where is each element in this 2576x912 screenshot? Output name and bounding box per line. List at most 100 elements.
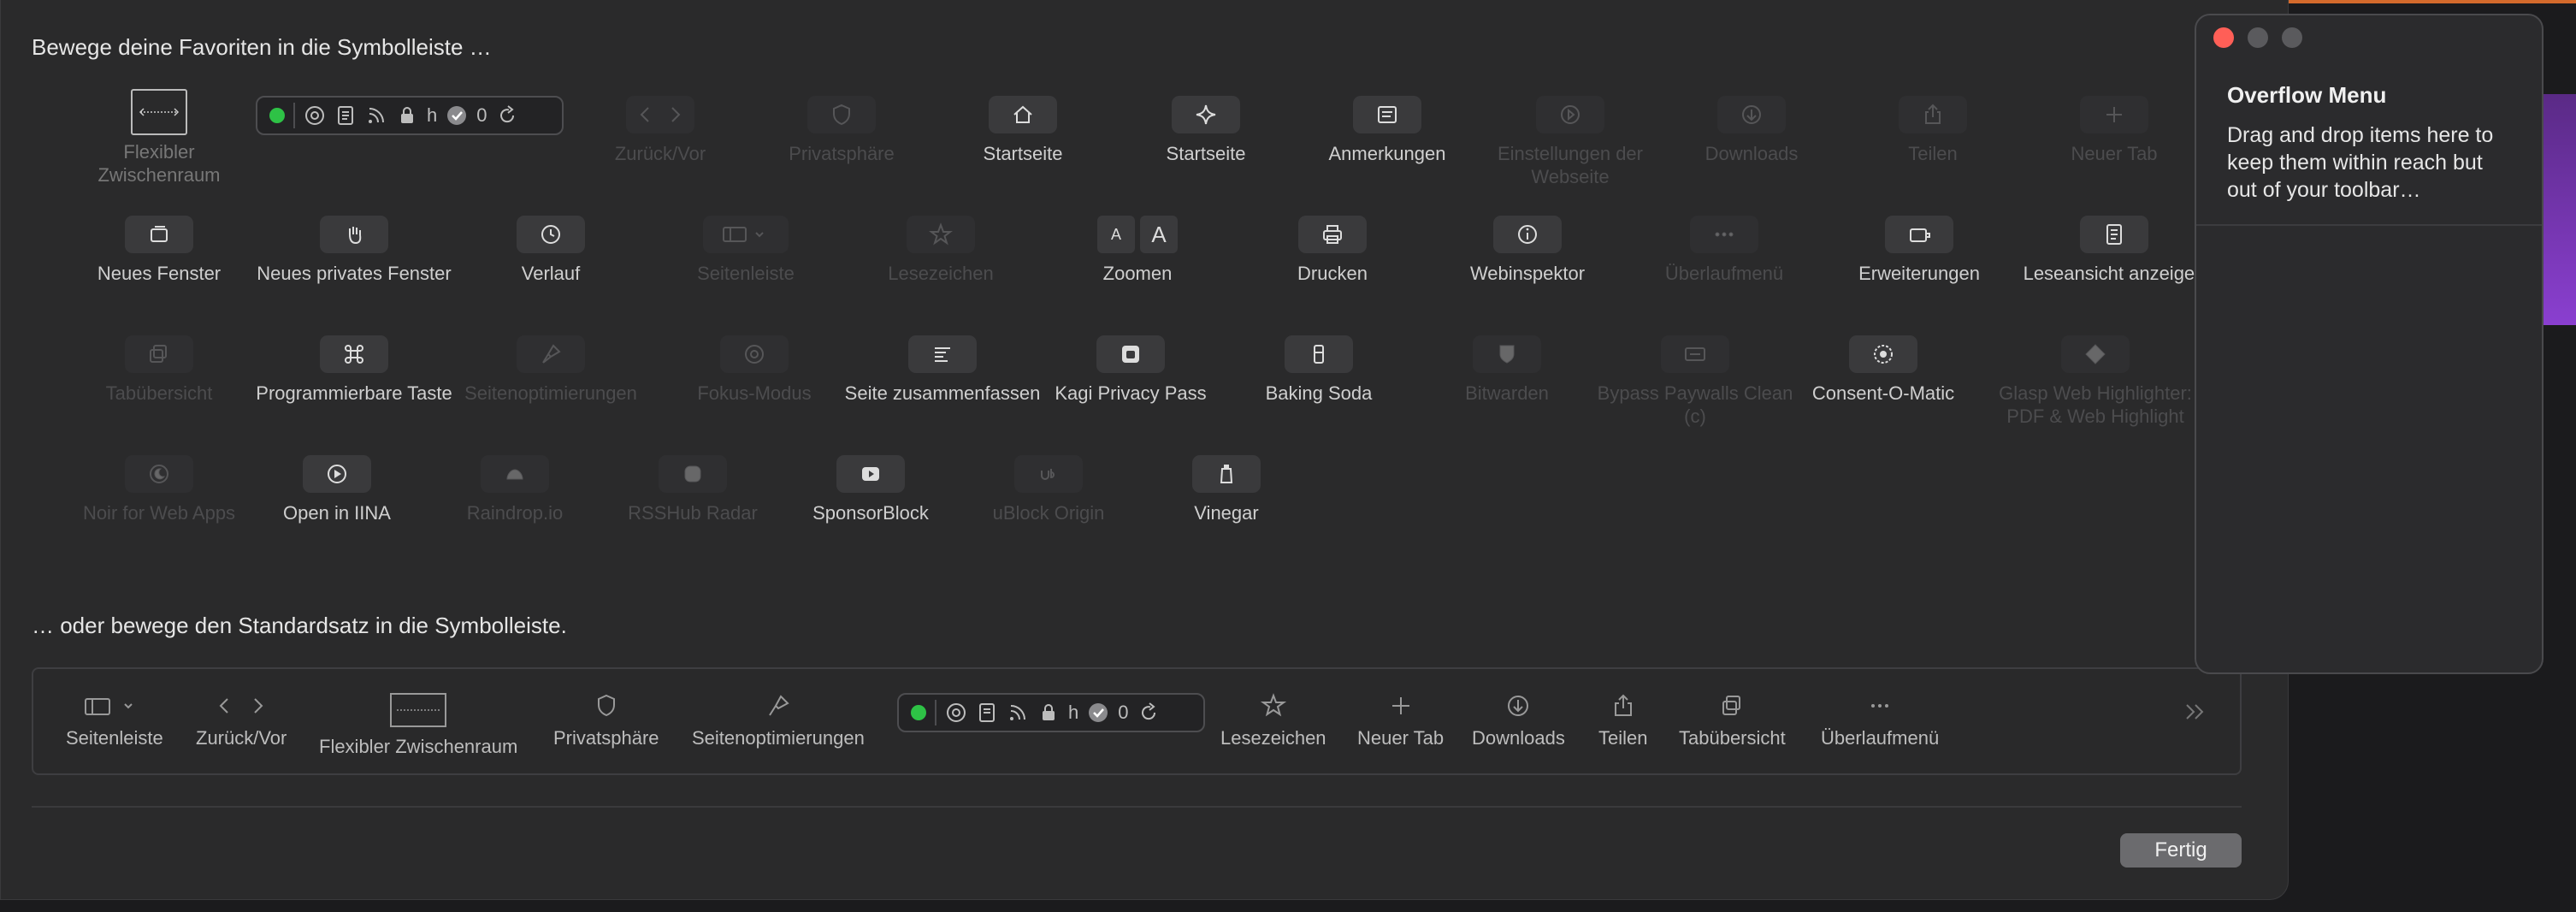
palette-site-settings[interactable]: Einstellungen der Webseite: [1472, 96, 1669, 188]
chevron-double-right-icon: [2186, 704, 2204, 720]
palette-label: Seitenoptimierungen: [464, 382, 637, 404]
summarize-icon: [935, 347, 950, 362]
info-icon: [1518, 225, 1537, 244]
palette-bookmarks[interactable]: Lesezeichen: [842, 216, 1039, 285]
palette-history[interactable]: Verlauf: [452, 216, 649, 285]
share-icon: [1614, 694, 1632, 716]
customize-toolbar-sheet: Bewege deine Favoriten in die Symbolleis…: [0, 0, 2289, 900]
plus-icon: [1391, 697, 1409, 714]
consent-icon: [1874, 345, 1893, 364]
palette-raindrop[interactable]: Raindrop.io: [417, 455, 613, 524]
palette-label: Zoomen: [1102, 263, 1173, 284]
palette-iina[interactable]: Open in IINA: [239, 455, 435, 524]
sparkle-icon: [1196, 104, 1216, 125]
default-sidebar: Seitenleiste: [66, 693, 163, 749]
palette-vinegar[interactable]: Vinegar: [1128, 455, 1325, 524]
palette-label: Kagi Privacy Pass: [1055, 382, 1207, 404]
palette-label: Seite zusammenfassen: [844, 382, 1041, 404]
palette-home[interactable]: Startseite: [925, 96, 1121, 165]
palette-bitwarden[interactable]: Bitwarden: [1409, 335, 1605, 405]
address-bar[interactable]: h 0: [256, 96, 564, 135]
palette-glasp[interactable]: Glasp Web Highlighter: PDF & Web Highlig…: [1997, 335, 2194, 428]
palette-label: Anmerkungen: [1328, 143, 1446, 164]
zoom-out-icon: A: [1097, 216, 1135, 253]
palette-flexible-space[interactable]: Flexibler Zwischenraum: [61, 89, 257, 187]
download-icon: [1508, 696, 1529, 716]
palette-sidebar[interactable]: Seitenleiste: [647, 216, 844, 285]
lock-icon: [1043, 704, 1055, 720]
palette-label: Neuer Tab: [2071, 143, 2158, 164]
ellipsis-icon: [1871, 704, 1889, 708]
palette-rsshub[interactable]: RSSHub Radar: [594, 455, 791, 524]
rss-icon: [1010, 705, 1025, 720]
close-button[interactable]: [2213, 27, 2234, 48]
default-label: Zurück/Vor: [196, 727, 287, 749]
palette-reader[interactable]: Leseansicht anzeigen: [2016, 216, 2213, 285]
minimize-button[interactable]: [2248, 27, 2268, 48]
hand-icon: [349, 227, 362, 245]
palette-notes[interactable]: Anmerkungen: [1289, 96, 1486, 165]
target-icon: [305, 106, 324, 125]
palette-label: Neues Fenster: [97, 263, 222, 284]
ublock-icon: [1041, 469, 1055, 480]
default-back-forward: Zurück/Vor: [196, 693, 287, 749]
palette-back-forward[interactable]: Zurück/Vor: [562, 96, 759, 165]
palette-extensions[interactable]: Erweiterungen: [1821, 216, 2018, 285]
overflow-menu-divider: [2196, 224, 2542, 226]
palette-focus-mode[interactable]: Fokus-Modus: [656, 335, 853, 405]
defaults-heading: … oder bewege den Standardsatz in die Sy…: [32, 613, 567, 638]
palette-noir[interactable]: Noir for Web Apps: [61, 455, 257, 524]
done-button[interactable]: Fertig: [2120, 833, 2242, 868]
default-toolbar-set[interactable]: Seitenleiste Zurück/Vor Flexibler Zwisch…: [32, 667, 2242, 775]
glasp-icon: [2085, 344, 2106, 364]
palette-label: Open in IINA: [283, 502, 391, 524]
palette-new-window[interactable]: Neues Fenster: [61, 216, 257, 285]
palette-label: Verlauf: [521, 263, 581, 284]
overflow-menu-description: Drag and drop items here to keep them wi…: [2227, 123, 2494, 202]
printer-icon: [1323, 225, 1342, 244]
palette-web-inspector[interactable]: Webinspektor: [1429, 216, 1626, 285]
default-privacy: Privatsphäre: [553, 693, 659, 749]
tab-overview-icon: [1722, 696, 1741, 715]
palette-downloads[interactable]: Downloads: [1653, 96, 1850, 165]
palette-overflow-menu[interactable]: Überlaufmenü: [1626, 216, 1823, 285]
palette-tab-overview[interactable]: Tabübersicht: [61, 335, 257, 405]
zoom-button[interactable]: [2282, 27, 2302, 48]
palette-share[interactable]: Teilen: [1835, 96, 2031, 165]
status-dot: [911, 705, 926, 720]
palette-label: Drucken: [1297, 263, 1368, 284]
zoom-in-icon: A: [1140, 216, 1178, 253]
palette-baking-soda[interactable]: Baking Soda: [1220, 335, 1417, 405]
house-icon: [1013, 105, 1032, 123]
palette-label: Neues privates Fenster: [257, 263, 452, 284]
default-label: Seitenleiste: [66, 727, 163, 749]
palette-print[interactable]: Drucken: [1234, 216, 1431, 285]
palette-kagi[interactable]: Kagi Privacy Pass: [1032, 335, 1229, 405]
palette-programmable-key[interactable]: Programmierbare Taste: [256, 335, 452, 405]
palette-privacy[interactable]: Privatsphäre: [743, 96, 940, 165]
extensions-icon: [1910, 228, 1930, 242]
palette-zoom[interactable]: A A Zoomen: [1039, 216, 1236, 285]
default-label: Neuer Tab: [1357, 727, 1445, 749]
check-badge-icon: [447, 106, 467, 125]
palette-ublock[interactable]: uBlock Origin: [950, 455, 1147, 524]
palette-label: Downloads: [1705, 143, 1799, 164]
palette-label: Vinegar: [1194, 502, 1259, 524]
palette-label: Privatsphäre: [789, 143, 895, 164]
palette-new-tab[interactable]: Neuer Tab: [2016, 96, 2213, 165]
palette-start-page[interactable]: Startseite: [1108, 96, 1304, 165]
address-count: 0: [1118, 702, 1129, 723]
default-tab-overview: Tabübersicht: [1679, 693, 1786, 749]
palette-bypass-paywalls[interactable]: Bypass Paywalls Clean (c): [1597, 335, 1793, 428]
target-icon: [947, 703, 966, 722]
ellipsis-icon: [1715, 232, 1734, 237]
palette-sponsorblock[interactable]: SponsorBlock: [772, 455, 969, 524]
palette-new-private-window[interactable]: Neues privates Fenster: [256, 216, 452, 285]
raindrop-icon: [506, 469, 523, 480]
default-page-optimizations: Seitenoptimierungen: [692, 693, 865, 749]
overflow-drop-area[interactable]: [2196, 228, 2542, 672]
plus-icon: [2106, 107, 2122, 122]
palette-summarize[interactable]: Seite zusammenfassen: [844, 335, 1041, 405]
palette-consent[interactable]: Consent-O-Matic: [1785, 335, 1982, 405]
palette-page-optimizations[interactable]: Seitenoptimierungen: [452, 335, 649, 405]
